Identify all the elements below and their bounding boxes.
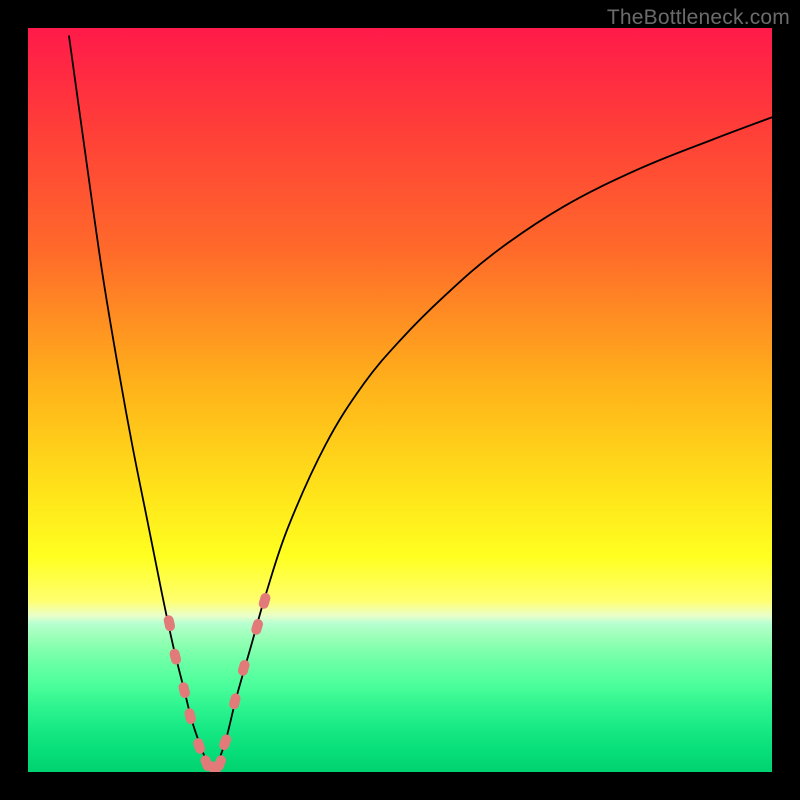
data-marker <box>250 618 264 636</box>
plot-area <box>28 28 772 772</box>
chart-svg <box>28 28 772 772</box>
data-marker <box>228 692 242 710</box>
data-marker <box>163 614 176 632</box>
data-marker <box>237 659 251 677</box>
curve-left <box>69 35 214 772</box>
data-marker <box>192 737 207 755</box>
data-markers <box>163 592 272 772</box>
watermark-text: TheBottleneck.com <box>607 6 790 30</box>
data-marker <box>258 592 272 610</box>
data-marker <box>177 681 191 699</box>
data-marker <box>169 648 183 666</box>
curve-right <box>214 117 772 772</box>
data-marker <box>218 733 233 751</box>
data-marker <box>183 707 197 725</box>
chart-frame: TheBottleneck.com <box>0 0 800 800</box>
